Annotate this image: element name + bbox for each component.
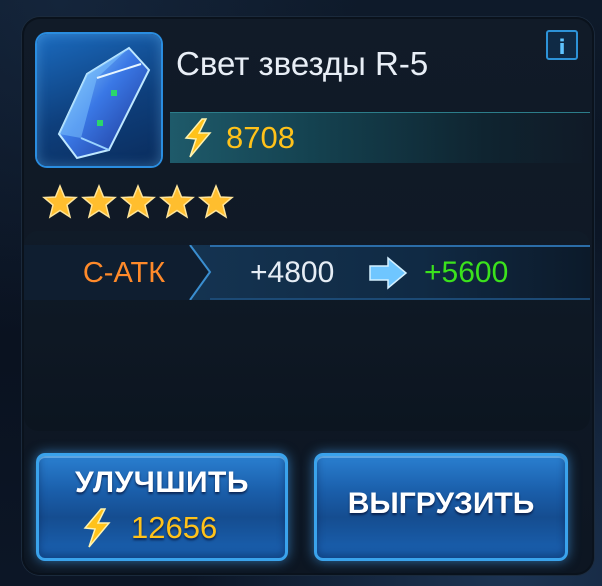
unload-button-label: ВЫГРУЗИТЬ — [347, 487, 535, 520]
item-power: 8708 — [226, 120, 295, 155]
arrow-right-icon — [369, 256, 408, 290]
upgrade-button-label: УЛУЧШИТЬ — [75, 466, 249, 499]
stat-current-value: +4800 — [250, 256, 335, 289]
upgrade-cost: 12656 — [131, 510, 218, 545]
unload-button[interactable]: ВЫГРУЗИТЬ — [314, 453, 568, 561]
info-button[interactable]: i — [546, 30, 578, 60]
lightning-icon — [184, 118, 212, 158]
item-icon-frame — [37, 34, 161, 166]
star-icon — [42, 184, 78, 219]
upgrade-button[interactable]: УЛУЧШИТЬ 12656 — [36, 453, 288, 561]
stat-label: С-АТК — [82, 257, 166, 289]
star-icon — [120, 184, 156, 219]
star-icon — [159, 184, 195, 219]
item-name: Свет звезды R-5 — [176, 45, 429, 82]
blue-crystal-icon — [57, 46, 151, 160]
stat-next-value: +5600 — [424, 256, 509, 289]
star-icon — [81, 184, 117, 219]
star-icon — [198, 184, 234, 219]
lightning-icon — [83, 508, 111, 548]
